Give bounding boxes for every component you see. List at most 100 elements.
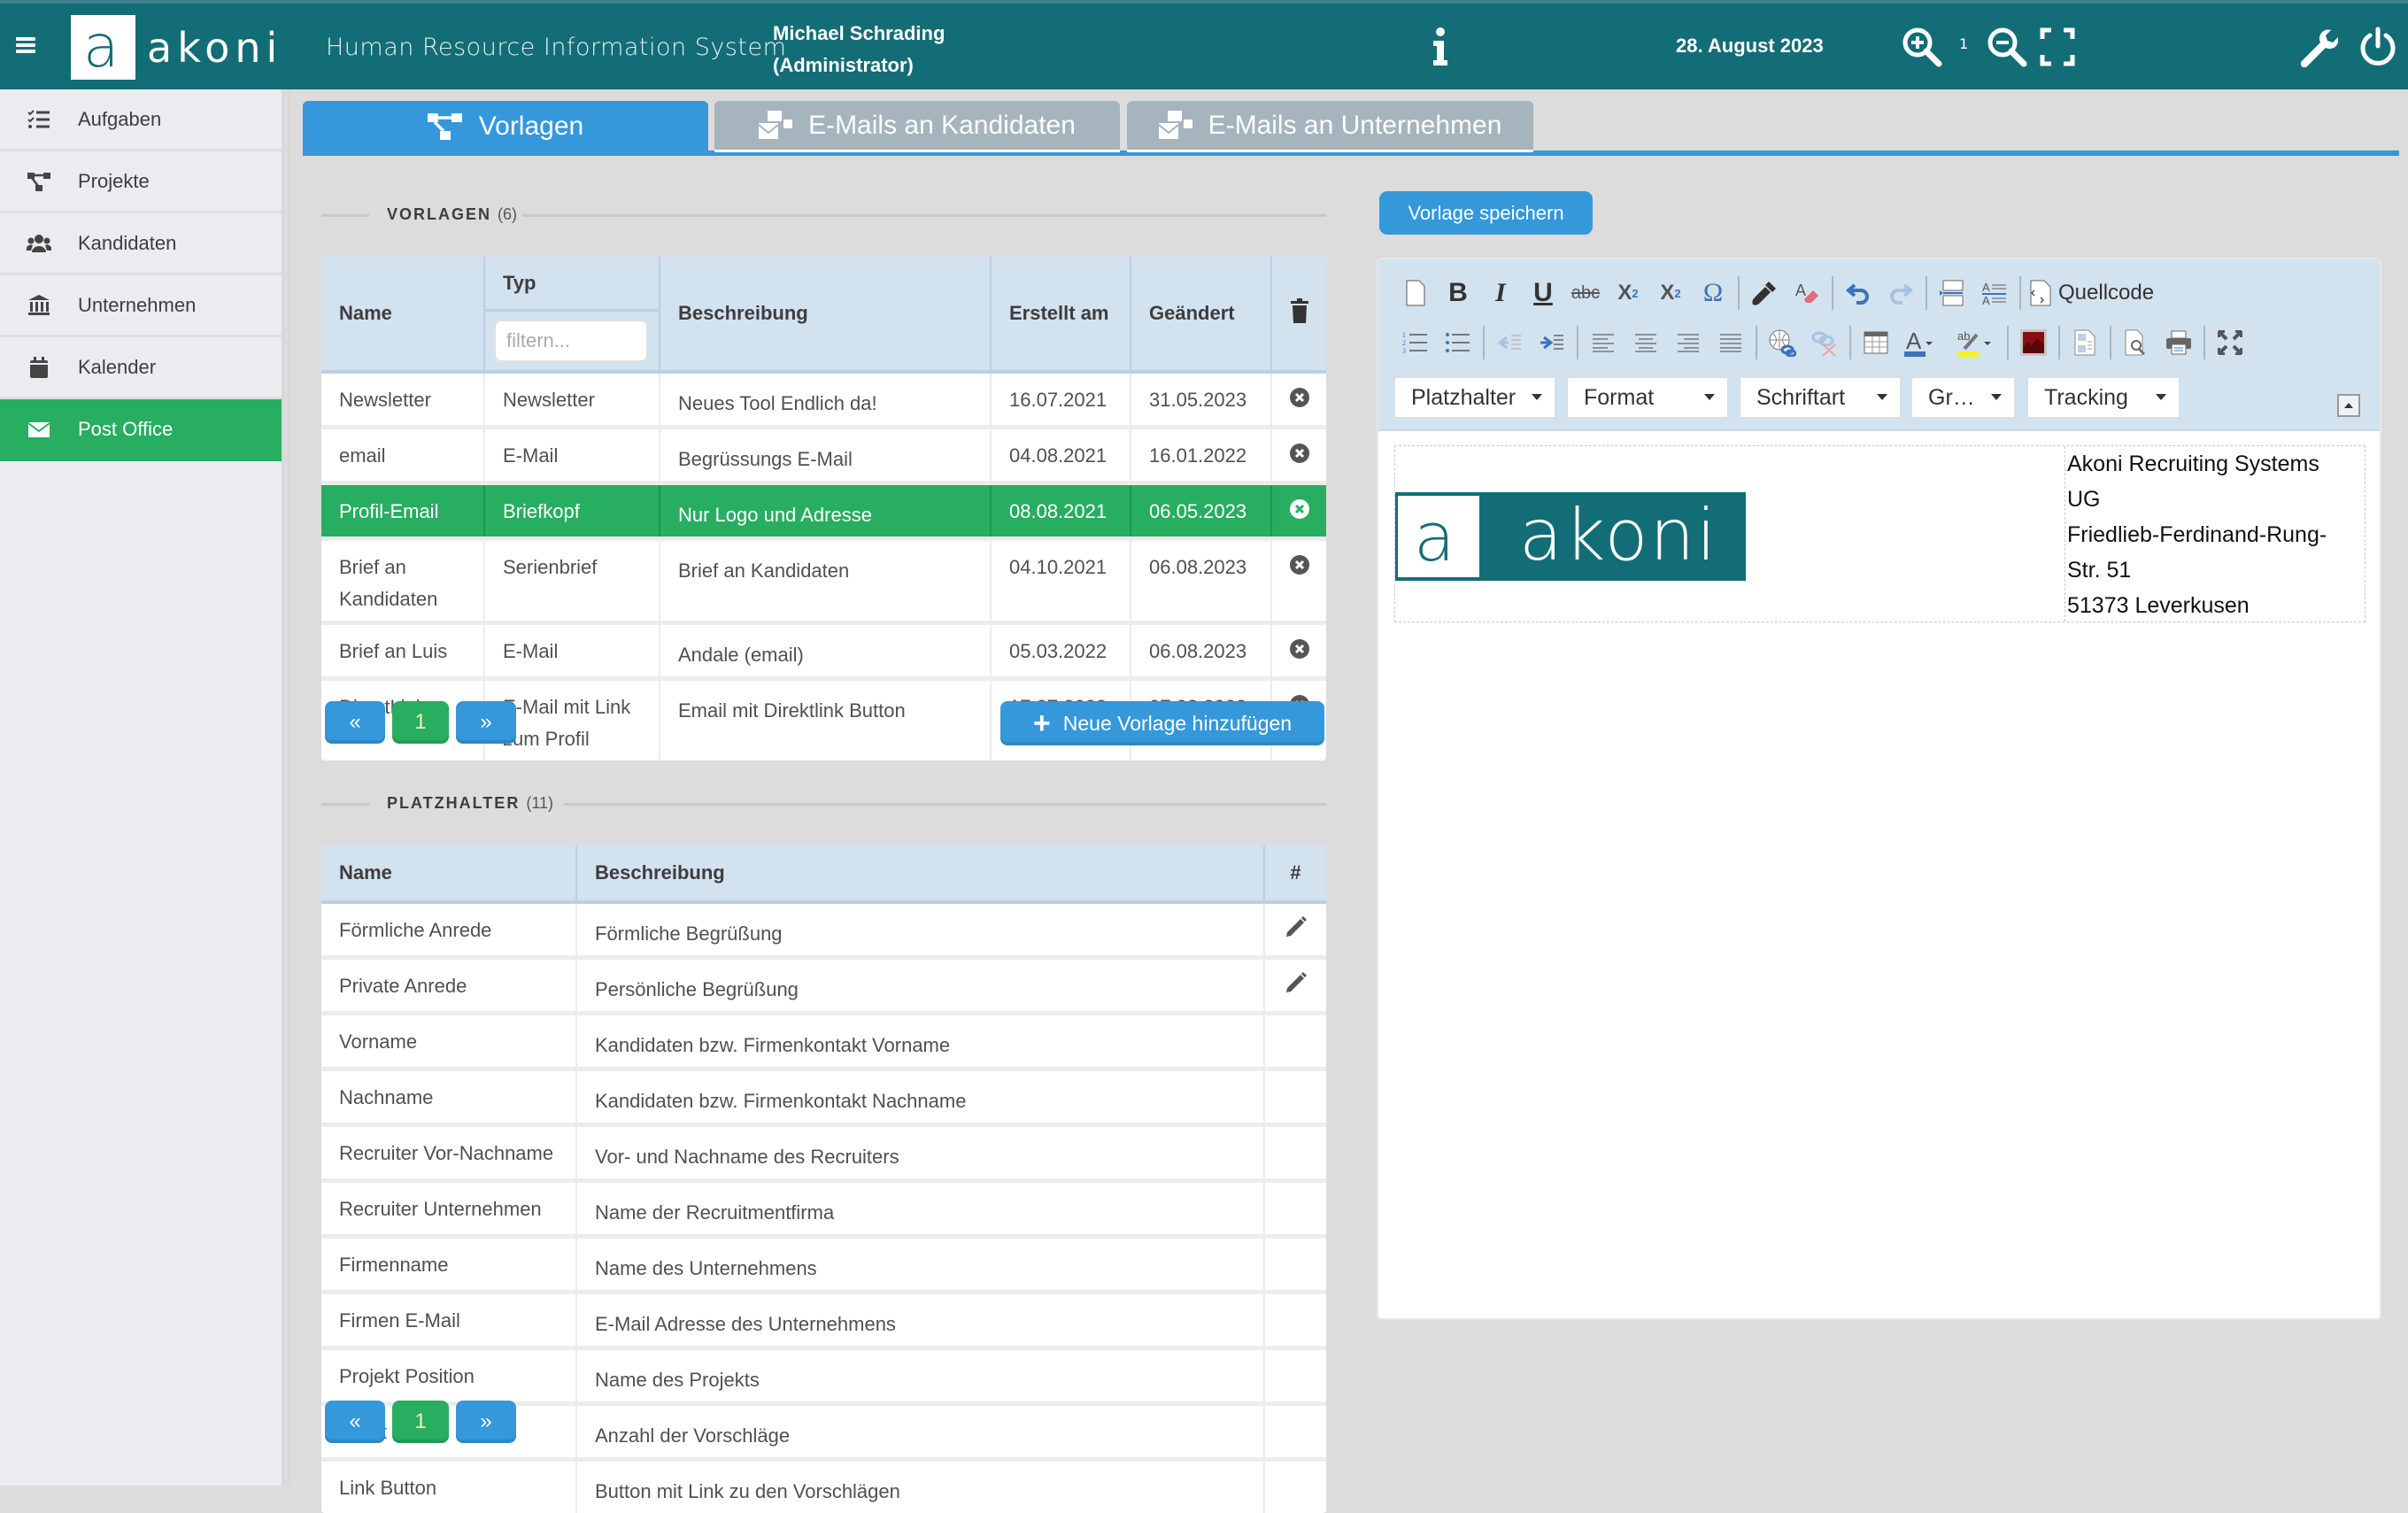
table-row[interactable]: Förmliche Anrede Förmliche Begrüßung xyxy=(321,902,1326,958)
table-row[interactable]: Firmenname Name des Unternehmens xyxy=(321,1237,1326,1293)
document-address[interactable]: Akoni Recruiting Systems UG Friedlieb-Fe… xyxy=(2065,446,2366,621)
align-left-icon[interactable] xyxy=(1582,323,1625,362)
pagination-next-button[interactable]: » xyxy=(456,701,516,744)
font-combo[interactable]: Schriftart xyxy=(1740,377,1901,418)
document-logo-image[interactable]: a akoni xyxy=(1395,492,1746,581)
col-header-created[interactable]: Erstellt am xyxy=(991,257,1131,372)
delete-icon[interactable] xyxy=(1289,638,1310,660)
pencil-icon[interactable] xyxy=(1285,915,1308,938)
outdent-icon[interactable] xyxy=(1488,323,1531,362)
table-row[interactable]: Recruiter Unternehmen Name der Recruitme… xyxy=(321,1181,1326,1237)
preview-icon[interactable] xyxy=(2115,323,2157,362)
tab-vorlagen[interactable]: Vorlagen xyxy=(303,101,708,152)
sidebar-item-post-office[interactable]: Post Office xyxy=(0,399,282,461)
logo[interactable]: a xyxy=(71,15,135,80)
remove-format-icon[interactable]: A xyxy=(1786,274,1828,313)
table-row[interactable]: Recruiter Vor-Nachname Vor- und Nachname… xyxy=(321,1125,1326,1181)
pagination-page-button[interactable]: 1 xyxy=(392,701,449,744)
info-icon[interactable] xyxy=(1431,27,1450,66)
strikethrough-icon[interactable]: abc xyxy=(1564,274,1607,313)
table-icon[interactable] xyxy=(1855,323,1897,362)
sidebar-item-kandidaten[interactable]: Kandidaten xyxy=(0,213,282,275)
tracking-combo[interactable]: Tracking xyxy=(2027,377,2180,418)
col-header-action: # xyxy=(1264,845,1326,902)
print-icon[interactable] xyxy=(2157,323,2200,362)
zoom-out-icon[interactable] xyxy=(1987,27,2027,67)
tab-e-mails-an-unternehmen[interactable]: E-Mails an Unternehmen xyxy=(1127,101,1533,152)
col-header-name[interactable]: Name xyxy=(321,257,484,372)
highlight-color-icon[interactable]: ab xyxy=(1950,323,2003,362)
pencil-icon[interactable] xyxy=(1285,970,1308,993)
save-template-button[interactable]: Vorlage speichern xyxy=(1379,191,1593,235)
table-row[interactable]: Firmen E-Mail E-Mail Adresse des Unterne… xyxy=(321,1293,1326,1348)
table-row-selected[interactable]: Profil-Email Briefkopf Nur Logo und Adre… xyxy=(321,483,1326,539)
table-row[interactable]: Nachname Kandidaten bzw. Firmenkontakt N… xyxy=(321,1069,1326,1125)
add-template-button[interactable]: + Neue Vorlage hinzufügen xyxy=(1000,701,1324,745)
type-filter-input[interactable] xyxy=(494,320,648,362)
delete-icon[interactable] xyxy=(1289,498,1310,520)
power-icon[interactable] xyxy=(2358,27,2398,67)
undo-icon[interactable] xyxy=(1837,274,1879,313)
text-color-icon[interactable]: A xyxy=(1897,323,1950,362)
wrench-icon[interactable] xyxy=(2297,27,2338,67)
zoom-in-icon[interactable] xyxy=(1902,27,1942,67)
special-char-icon[interactable]: Ω xyxy=(1692,274,1734,313)
justify-icon[interactable] xyxy=(1710,323,1752,362)
table-row[interactable]: Vorname Kandidaten bzw. Firmenkontakt Vo… xyxy=(321,1014,1326,1069)
collapse-toolbar-button[interactable] xyxy=(2337,394,2360,417)
fullscreen-icon[interactable] xyxy=(2040,27,2075,67)
cell-type: E-Mail xyxy=(484,428,660,483)
maximize-icon[interactable] xyxy=(2209,323,2251,362)
sidebar-item-kalender[interactable]: Kalender xyxy=(0,337,282,399)
indent-icon[interactable] xyxy=(1531,323,1573,362)
format-painter-icon[interactable] xyxy=(1743,274,1786,313)
pagination-prev-button[interactable]: « xyxy=(325,1401,385,1443)
bold-icon[interactable]: B xyxy=(1437,274,1479,313)
link-icon[interactable] xyxy=(1761,323,1803,362)
col-header-description[interactable]: Beschreibung xyxy=(660,257,991,372)
superscript-icon[interactable]: X2 xyxy=(1649,274,1692,313)
pagination-prev-button[interactable]: « xyxy=(325,701,385,744)
bullet-list-icon[interactable] xyxy=(1437,323,1479,362)
font-size-combo[interactable]: Gr… xyxy=(1911,377,2015,418)
align-right-icon[interactable] xyxy=(1667,323,1710,362)
delete-icon[interactable] xyxy=(1289,443,1310,464)
cell-action xyxy=(1264,1237,1326,1293)
tab-e-mails-an-kandidaten[interactable]: E-Mails an Kandidaten xyxy=(714,101,1120,152)
sidebar-item-projekte[interactable]: Projekte xyxy=(0,151,282,213)
col-header-changed[interactable]: Geändert xyxy=(1131,257,1271,372)
col-header-name: Name xyxy=(321,845,576,902)
table-row[interactable]: Brief an Kandidaten Serienbrief Brief an… xyxy=(321,539,1326,623)
pagination-next-button[interactable]: » xyxy=(456,1401,516,1443)
numbered-list-icon[interactable]: 123 xyxy=(1394,323,1437,362)
page-break-icon[interactable] xyxy=(1931,274,1973,313)
image-icon[interactable] xyxy=(2012,323,2055,362)
subscript-icon[interactable]: X2 xyxy=(1607,274,1649,313)
table-row[interactable]: Private Anrede Persönliche Begrüßung xyxy=(321,958,1326,1014)
format-combo[interactable]: Format xyxy=(1567,377,1728,418)
delete-icon[interactable] xyxy=(1289,554,1310,575)
redo-icon[interactable] xyxy=(1879,274,1922,313)
italic-icon[interactable]: I xyxy=(1479,274,1522,313)
table-row[interactable]: Link Button Button mit Link zu den Vorsc… xyxy=(321,1460,1326,1513)
sidebar-item-aufgaben[interactable]: Aufgaben xyxy=(0,89,282,151)
table-row[interactable]: email E-Mail Begrüssungs E-Mail 04.08.20… xyxy=(321,428,1326,483)
unlink-icon[interactable] xyxy=(1803,323,1846,362)
paragraph-format-icon[interactable]: AA xyxy=(1973,274,2016,313)
chevron-down-icon xyxy=(1532,394,1542,400)
document-header-table[interactable]: a akoni Akoni Recruiting Systems UG Frie… xyxy=(1394,445,2366,622)
pagination-page-button[interactable]: 1 xyxy=(392,1401,449,1443)
delete-icon[interactable] xyxy=(1289,387,1310,408)
col-header-type-label[interactable]: Typ xyxy=(485,257,659,312)
source-code-button[interactable]: Quellcode xyxy=(2025,274,2159,313)
underline-icon[interactable]: U xyxy=(1522,274,1564,313)
table-row[interactable]: Newsletter Newsletter Neues Tool Endlich… xyxy=(321,372,1326,428)
sidebar-item-unternehmen[interactable]: Unternehmen xyxy=(0,275,282,337)
templates-icon[interactable] xyxy=(2064,323,2106,362)
new-page-icon[interactable] xyxy=(1394,274,1437,313)
table-row[interactable]: Brief an Luis E-Mail Andale (email) 05.0… xyxy=(321,623,1326,679)
hamburger-menu-icon[interactable] xyxy=(16,37,35,53)
align-center-icon[interactable] xyxy=(1625,323,1667,362)
placeholder-combo[interactable]: Platzhalter xyxy=(1394,377,1555,418)
table-row[interactable]: Projekt Position Name des Projekts xyxy=(321,1348,1326,1404)
